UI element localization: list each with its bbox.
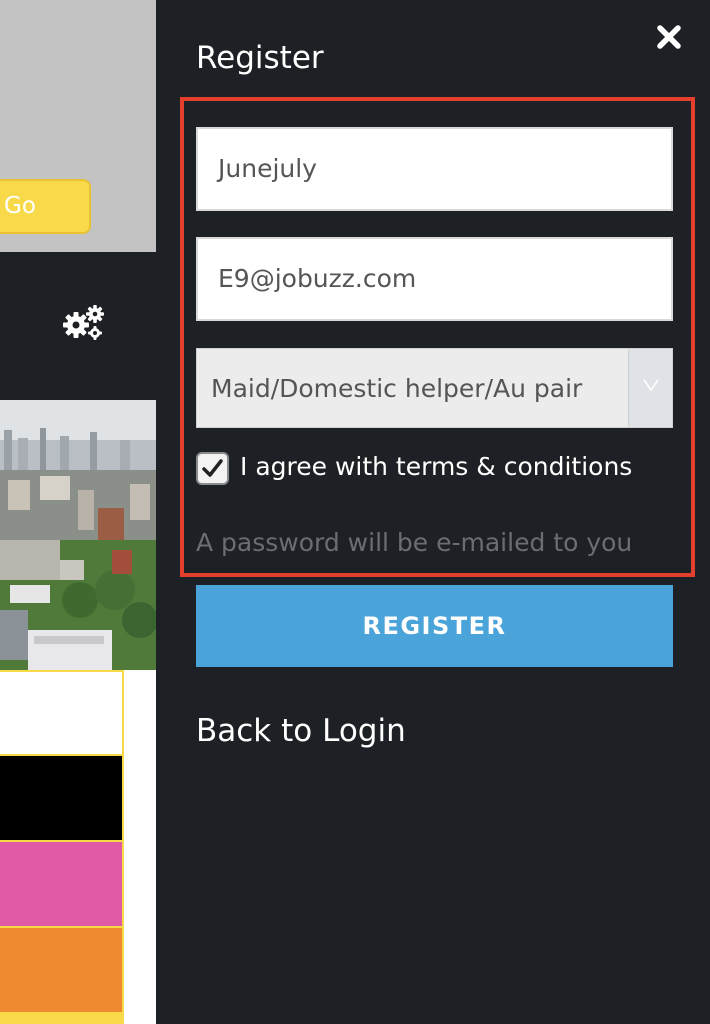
checkmark-icon [202, 459, 223, 477]
city-skyline-image [0, 400, 156, 670]
close-icon[interactable] [654, 22, 684, 52]
category-card[interactable] [0, 842, 124, 928]
register-title: Register [196, 40, 324, 76]
password-note: A password will be e-mailed to you [196, 528, 633, 557]
category-card[interactable] [0, 1014, 124, 1024]
chevron-down-icon [643, 379, 659, 392]
register-panel: Register Junejuly E9@jobuzz.com Maid/Dom… [156, 0, 710, 1024]
category-card[interactable] [0, 756, 124, 842]
dropdown-arrow[interactable] [628, 349, 672, 427]
category-selected-value: Maid/Domestic helper/Au pair [211, 374, 583, 403]
category-card[interactable] [0, 670, 124, 756]
register-button[interactable]: REGISTER [196, 585, 673, 667]
settings-gears-icon[interactable] [62, 303, 106, 343]
go-button[interactable]: Go [0, 179, 91, 234]
terms-label[interactable]: I agree with terms & conditions [240, 452, 632, 481]
background-app: Go [0, 0, 156, 1024]
email-field[interactable]: E9@jobuzz.com [196, 237, 673, 321]
category-card[interactable] [0, 928, 124, 1014]
category-cards [0, 670, 124, 1024]
back-to-login-link[interactable]: Back to Login [196, 713, 406, 749]
terms-checkbox[interactable] [196, 452, 229, 485]
category-select[interactable]: Maid/Domestic helper/Au pair [196, 348, 673, 428]
username-field[interactable]: Junejuly [196, 127, 673, 211]
